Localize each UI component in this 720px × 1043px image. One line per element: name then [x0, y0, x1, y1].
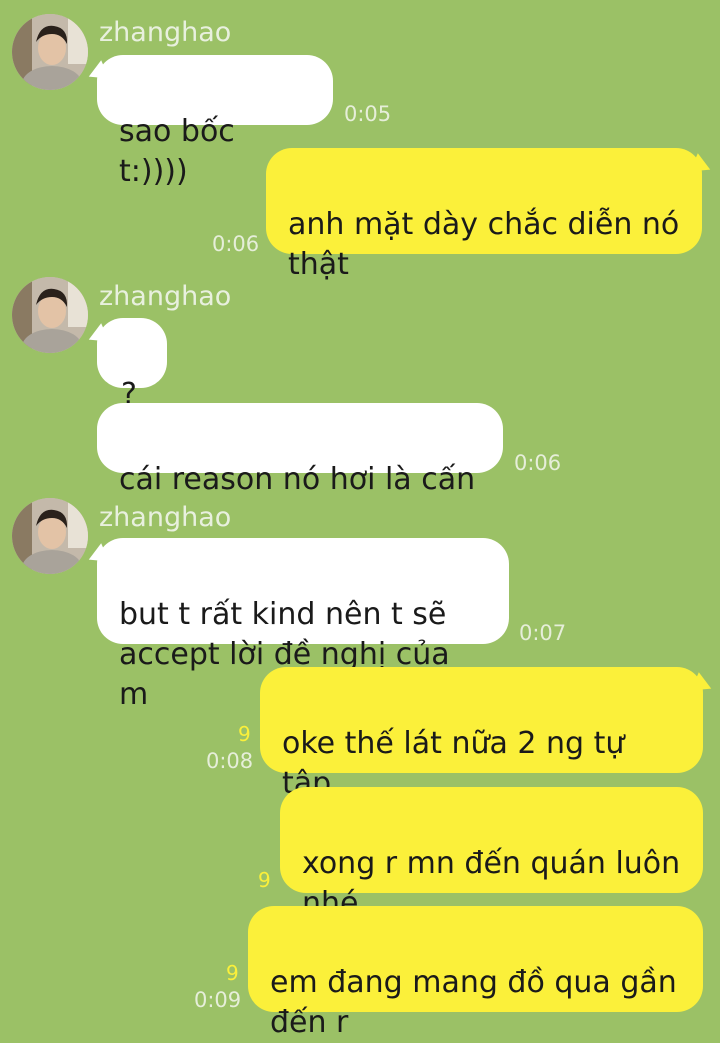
read-count: 9 — [238, 722, 251, 746]
contact-avatar[interactable] — [12, 498, 88, 574]
read-count: 9 — [258, 868, 271, 892]
message-bubble-incoming[interactable]: cái reason nó hơi là cấn — [97, 403, 503, 497]
message-text: em đang mang đồ qua gần đến r — [270, 965, 677, 1040]
message-bubble-outgoing[interactable]: oke thế lát nữa 2 ng tự tập với nhau nhé — [260, 667, 703, 841]
message-bubble-incoming[interactable]: but t rất kind nên t sẽ accept lời đề ng… — [97, 538, 509, 712]
message-text: cái reason nó hơi là cấn — [119, 462, 476, 497]
contact-avatar[interactable] — [12, 14, 88, 90]
contact-name: zhanghao — [99, 17, 232, 48]
message-bubble-outgoing[interactable]: xong r mn đến quán luôn nhé — [280, 787, 703, 921]
contact-name: zhanghao — [99, 281, 232, 312]
contact-name: zhanghao — [99, 502, 232, 533]
message-bubble-outgoing[interactable]: anh mặt dày chắc diễn nó thật — [266, 148, 702, 282]
message-timestamp: 0:05 — [344, 102, 392, 126]
read-count: 9 — [226, 961, 239, 985]
message-timestamp: 0:06 — [212, 232, 260, 256]
message-bubble-outgoing[interactable]: em đang mang đồ qua gần đến r — [248, 906, 703, 1040]
message-text: sao bốc t:)))) — [119, 114, 235, 189]
contact-avatar[interactable] — [12, 277, 88, 353]
message-timestamp: 0:08 — [206, 749, 254, 773]
message-bubble-incoming[interactable]: ? — [97, 318, 167, 412]
message-timestamp: 0:06 — [514, 451, 562, 475]
message-timestamp: 0:07 — [519, 621, 567, 645]
message-timestamp: 0:09 — [194, 988, 242, 1012]
message-text: anh mặt dày chắc diễn nó thật — [288, 207, 680, 282]
message-bubble-incoming[interactable]: sao bốc t:)))) — [97, 55, 333, 189]
